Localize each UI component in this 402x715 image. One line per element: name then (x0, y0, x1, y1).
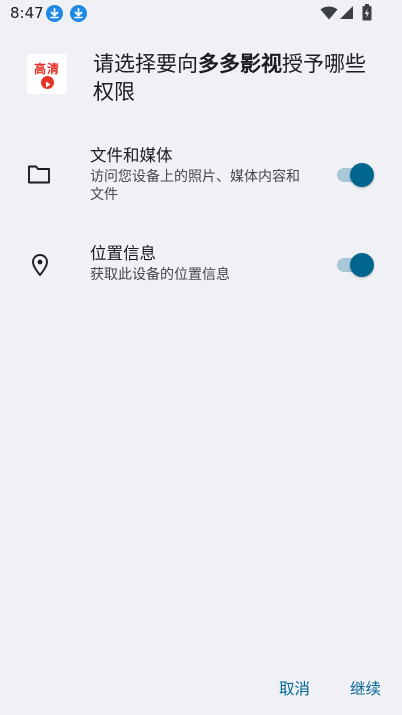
download-icon (46, 5, 63, 22)
toggle-thumb (350, 253, 374, 277)
app-logo-text: 高清 (33, 62, 60, 76)
permission-row-files-media[interactable]: 文件和媒体 访问您设备上的照片、媒体内容和文件 (0, 145, 402, 209)
play-icon (41, 76, 54, 89)
folder-icon (28, 165, 50, 184)
title-app-name: 多多影视 (198, 52, 282, 76)
download-icon (70, 5, 87, 22)
battery-charging-icon (362, 4, 372, 21)
permission-description: 获取此设备的位置信息 (90, 267, 230, 283)
location-pin-icon (32, 254, 48, 276)
location-toggle[interactable] (337, 253, 374, 277)
permission-description: 访问您设备上的照片、媒体内容和文件 (90, 169, 300, 203)
page-title: 请选择要向多多影视授予哪些权限 (93, 50, 378, 106)
permission-screen: 8:47 高清 请选择要向多多影视授予哪些权限 文件和媒体 访问您设备上的照片、… (0, 0, 402, 715)
wifi-icon (320, 6, 338, 20)
toggle-thumb (350, 163, 374, 187)
app-logo: 高清 (27, 54, 67, 94)
continue-button[interactable]: 继续 (350, 677, 381, 699)
title-prefix: 请选择要向 (93, 52, 198, 76)
cancel-button[interactable]: 取消 (279, 677, 310, 699)
permission-title: 文件和媒体 (90, 146, 173, 165)
cellular-signal-icon (340, 6, 353, 19)
status-time: 8:47 (10, 4, 44, 22)
status-bar: 8:47 (0, 0, 402, 28)
permission-row-location[interactable]: 位置信息 获取此设备的位置信息 (0, 243, 402, 291)
files-media-toggle[interactable] (337, 163, 374, 187)
permission-title: 位置信息 (90, 244, 156, 263)
